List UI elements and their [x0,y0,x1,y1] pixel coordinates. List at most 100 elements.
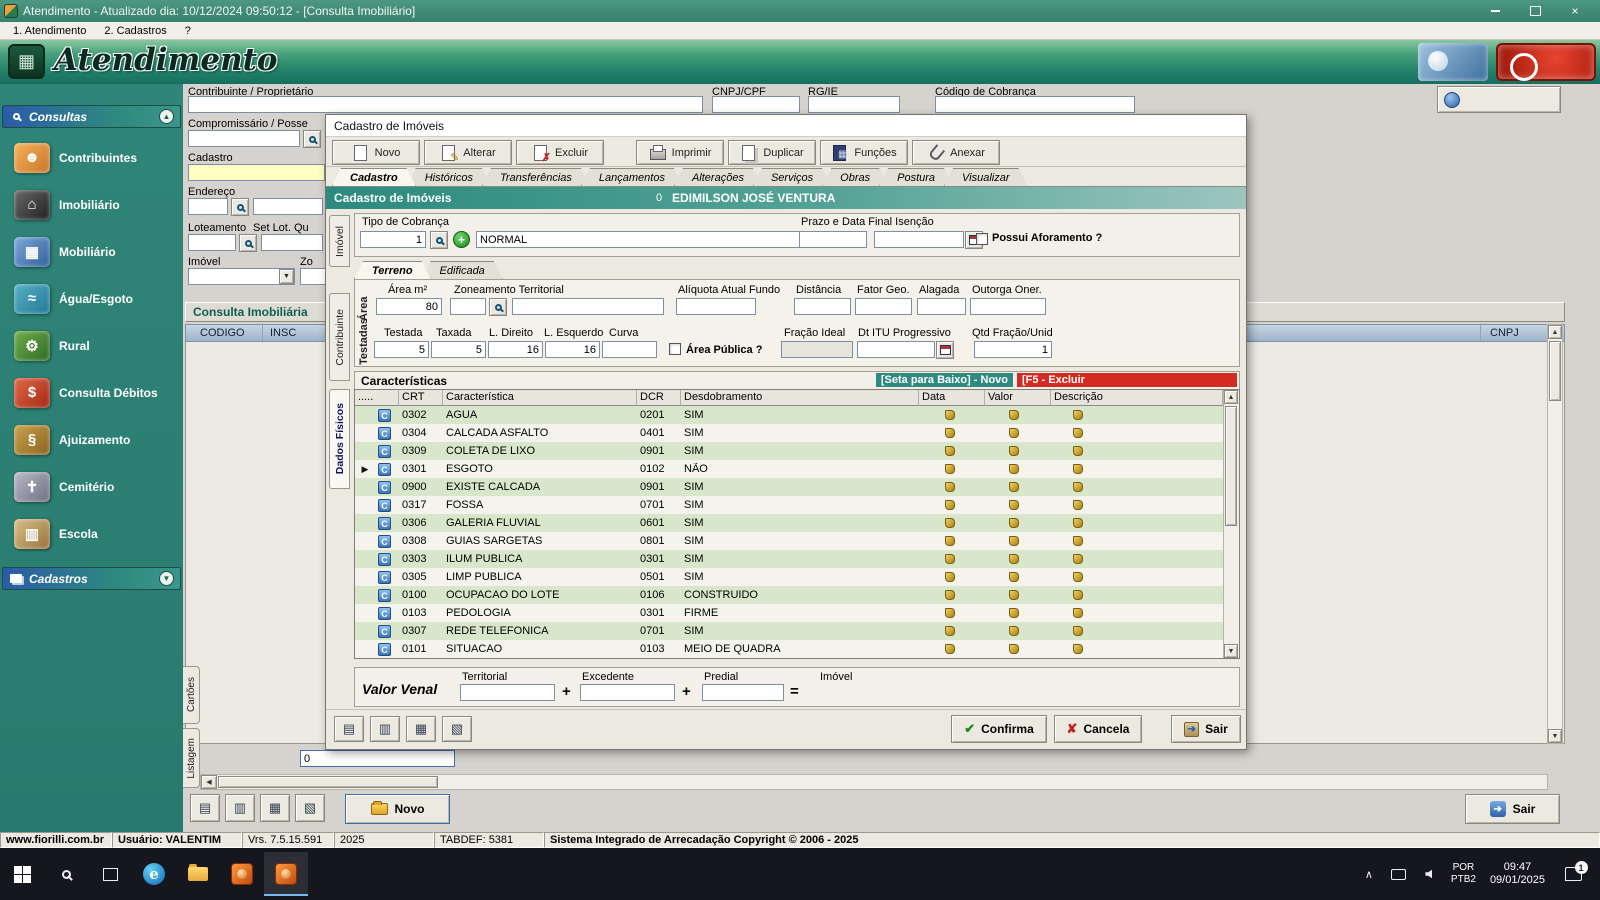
tab-servios[interactable]: Serviços [753,168,831,186]
loteamento-search-button[interactable] [239,234,257,252]
characteristic-row[interactable]: C0317FOSSA0701SIM [355,496,1223,514]
sidebar-item-contribuintes[interactable]: ☻Contribuintes [0,134,183,181]
tray-expand-button[interactable]: ∧ [1356,852,1382,896]
tab-cartoes[interactable]: Cartões [183,666,200,724]
descricao-stamp-icon[interactable] [1073,428,1083,438]
descricao-stamp-icon[interactable] [1073,464,1083,474]
valor-stamp-icon[interactable] [1009,554,1019,564]
characteristic-row[interactable]: C0900EXISTE CALCADA0901SIM [355,478,1223,496]
characteristic-row[interactable]: C0308GUIAS SARGETAS0801SIM [355,532,1223,550]
l-direito-input[interactable] [488,341,543,358]
dialog-sair-button[interactable]: Sair [1171,715,1241,743]
app-button-2-active[interactable] [264,852,308,896]
data-stamp-icon[interactable] [945,536,955,546]
menu-item-cadastros[interactable]: 2. Cadastros [95,25,175,37]
file-explorer-button[interactable] [176,852,220,896]
tab-alteraes[interactable]: Alterações [674,168,762,186]
cancela-button[interactable]: Cancela [1054,715,1142,743]
valor-stamp-icon[interactable] [1009,644,1019,654]
sidebar-item-guaesgoto[interactable]: ≈Água/Esgoto [0,275,183,322]
excedente-input[interactable] [580,684,675,701]
grid-view-button-3[interactable]: ▦ [260,794,290,822]
grid-view-button-1[interactable]: ▤ [190,794,220,822]
l-esquerdo-input[interactable] [545,341,600,358]
grid-nav-button-3[interactable]: ▦ [406,716,436,742]
chevron-down-icon[interactable]: ▼ [159,571,174,586]
descricao-stamp-icon[interactable] [1073,572,1083,582]
language-indicator[interactable]: POR PTB2 [1446,862,1481,886]
area-publica-checkbox[interactable] [669,343,681,355]
data-stamp-icon[interactable] [945,428,955,438]
predial-input[interactable] [702,684,784,701]
descricao-stamp-icon[interactable] [1073,410,1083,420]
data-stamp-icon[interactable] [945,482,955,492]
qtd-fracao-input[interactable] [974,341,1052,358]
valor-stamp-icon[interactable] [1009,500,1019,510]
scrollbar-thumb[interactable] [1225,406,1237,526]
codigo-cobranca-input[interactable] [935,96,1135,113]
fracao-ideal-input[interactable] [781,341,853,358]
characteristic-row[interactable]: C0101SITUACAO0103MEIO DE QUADRA [355,640,1223,658]
maximize-button[interactable] [1524,3,1546,19]
sidebar-item-rural[interactable]: ⚙Rural [0,322,183,369]
data-stamp-icon[interactable] [945,572,955,582]
pager-input[interactable] [300,750,455,767]
characteristic-row[interactable]: C0100OCUPACAO DO LOTE0106CONSTRUIDO [355,586,1223,604]
horizontal-scrollbar[interactable] [200,774,1548,790]
valor-stamp-icon[interactable] [1009,626,1019,636]
sair-button[interactable]: Sair [1465,794,1560,824]
tipo-cobranca-name-input[interactable] [476,231,800,248]
task-view-button[interactable] [88,852,132,896]
endereco-nome-input[interactable] [253,198,323,215]
territorial-input[interactable] [460,684,555,701]
descricao-stamp-icon[interactable] [1073,554,1083,564]
characteristic-row[interactable]: C0303ILUM PUBLICA0301SIM [355,550,1223,568]
testada-input[interactable] [374,341,429,358]
endereco-search-button[interactable] [231,198,249,216]
aforamento-checkbox[interactable] [976,233,988,245]
grid-view-button-2[interactable]: ▥ [225,794,255,822]
data-stamp-icon[interactable] [945,590,955,600]
data-stamp-icon[interactable] [945,644,955,654]
dialog-titlebar[interactable]: Cadastro de Imóveis [326,115,1246,137]
set-lot-input[interactable] [261,234,323,251]
curva-input[interactable] [602,341,657,358]
app-button-1[interactable] [220,852,264,896]
dt-itu-input[interactable] [857,341,935,358]
alagada-input[interactable] [917,298,966,315]
data-stamp-icon[interactable] [945,518,955,528]
scroll-up-icon[interactable] [1548,325,1562,339]
side-tab-dadosfsicos[interactable]: Dados Físicos [329,389,350,489]
minimize-button[interactable] [1484,3,1506,19]
valor-stamp-icon[interactable] [1009,572,1019,582]
valor-stamp-icon[interactable] [1009,410,1019,420]
data-stamp-icon[interactable] [945,464,955,474]
data-stamp-icon[interactable] [945,608,955,618]
characteristic-row[interactable]: ▶C0301ESGOTO0102NÃO [355,460,1223,478]
data-stamp-icon[interactable] [945,500,955,510]
sidebar-item-imobilirio[interactable]: ⌂Imobiliário [0,181,183,228]
contribuinte-input[interactable] [188,96,703,113]
consulta-table-scrollbar[interactable] [1547,324,1563,744]
descricao-stamp-icon[interactable] [1073,536,1083,546]
compromissario-search-button[interactable] [303,130,321,148]
close-button[interactable]: × [1564,3,1586,19]
valor-stamp-icon[interactable] [1009,536,1019,546]
toolbar-novo-button[interactable]: Novo [332,140,420,165]
toolbar-imprimir-button[interactable]: Imprimir [636,140,724,165]
descricao-stamp-icon[interactable] [1073,446,1083,456]
fator-geo-input[interactable] [855,298,912,315]
tab-lanamentos[interactable]: Lançamentos [581,168,683,186]
descricao-stamp-icon[interactable] [1073,644,1083,654]
zoneamento-codigo-input[interactable] [450,298,486,315]
notification-center-button[interactable]: 1 [1554,852,1592,896]
grid-nav-button-4[interactable]: ▧ [442,716,472,742]
tab-terreno[interactable]: Terreno [354,261,431,279]
sidebar-item-cemitrio[interactable]: ✝Cemitério [0,463,183,510]
menu-item-[interactable]: ? [176,25,200,37]
sidebar-item-escola[interactable]: ▥Escola [0,510,183,557]
characteristic-row[interactable]: C0302AGUA0201SIM [355,406,1223,424]
descricao-stamp-icon[interactable] [1073,500,1083,510]
outorga-input[interactable] [970,298,1046,315]
imovel-select[interactable] [188,268,295,285]
